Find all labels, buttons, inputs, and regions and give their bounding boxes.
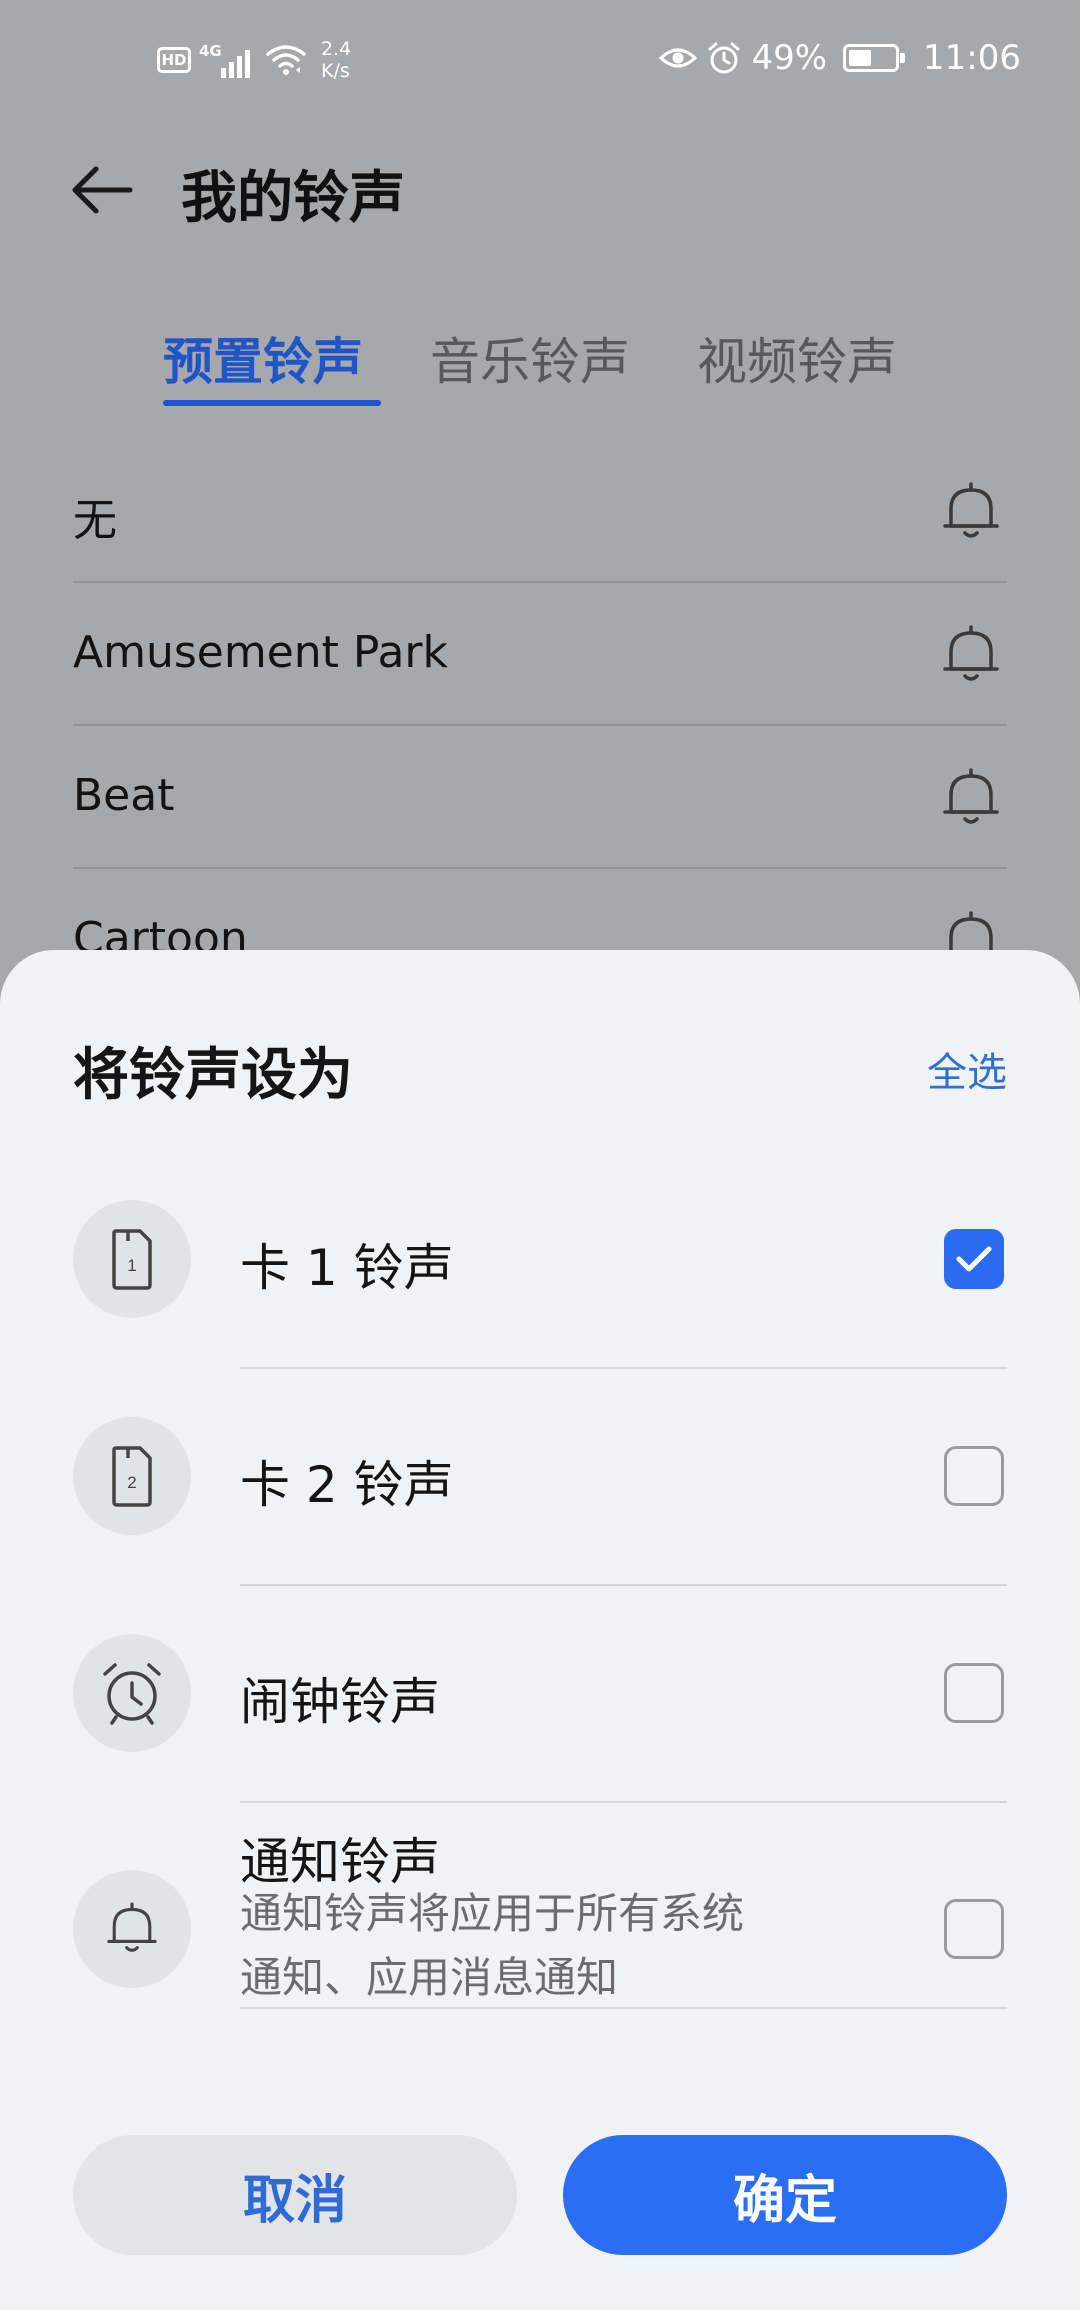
back-button[interactable] bbox=[60, 155, 144, 225]
option-sim2-ringtone[interactable]: 2 卡 2 铃声 bbox=[0, 1417, 1080, 1586]
sim1-checkbox[interactable] bbox=[944, 1229, 1004, 1289]
alarm-icon bbox=[708, 42, 740, 74]
status-bar-right: 49% 11:06 bbox=[659, 38, 1021, 78]
sim2-checkbox[interactable] bbox=[944, 1446, 1004, 1506]
set-ringtone-sheet: 将铃声设为 全选 1 卡 1 铃声 2 卡 2 铃声 闹钟铃声 通知铃声 通知铃… bbox=[0, 950, 1080, 2310]
network-speed-unit: K/s bbox=[321, 60, 350, 82]
status-bar: HD 4G 2.4 K/s 49% 11:06 bbox=[0, 0, 1080, 125]
battery-percentage: 49% bbox=[751, 38, 828, 78]
app-header: 我的铃声 bbox=[0, 125, 1080, 255]
option-description-line: 通知铃声将应用于所有系统 bbox=[240, 1889, 745, 1938]
bell-icon[interactable] bbox=[935, 476, 1007, 548]
sim-card-1-icon: 1 bbox=[73, 1200, 191, 1318]
tab-video-ringtones[interactable]: 视频铃声 bbox=[697, 322, 897, 394]
active-tab-indicator bbox=[163, 400, 381, 406]
eye-comfort-icon bbox=[659, 48, 698, 68]
tab-music-ringtones[interactable]: 音乐铃声 bbox=[430, 322, 630, 394]
back-arrow-icon bbox=[72, 166, 133, 214]
status-bar-left: HD 4G 2.4 K/s bbox=[157, 38, 351, 82]
list-item[interactable]: 无 bbox=[73, 440, 1007, 583]
divider bbox=[240, 1584, 1007, 1586]
wifi-icon bbox=[266, 45, 306, 75]
ringtone-name: Beat bbox=[73, 770, 175, 821]
option-description: 通知铃声将应用于所有系统 通知、应用消息通知 bbox=[240, 1882, 880, 2010]
hd-voice-badge: HD bbox=[157, 47, 191, 73]
ringtone-name: 无 bbox=[73, 495, 117, 546]
battery-icon bbox=[843, 44, 906, 72]
list-item[interactable]: Amusement Park bbox=[73, 583, 1007, 726]
ringtone-tabs: 预置铃声 音乐铃声 视频铃声 bbox=[0, 300, 1080, 420]
network-speed: 2.4 K/s bbox=[321, 38, 351, 82]
sim-1-number: 1 bbox=[127, 1256, 136, 1275]
divider bbox=[240, 1367, 1007, 1369]
option-notification-ringtone[interactable]: 通知铃声 通知铃声将应用于所有系统 通知、应用消息通知 bbox=[0, 1833, 1080, 2040]
ringtone-list: 无 Amusement Park Beat Cartoon bbox=[73, 440, 1007, 1012]
option-sim1-ringtone[interactable]: 1 卡 1 铃声 bbox=[0, 1200, 1080, 1369]
confirm-button[interactable]: 确定 bbox=[563, 2135, 1007, 2255]
tab-preset-ringtones[interactable]: 预置铃声 bbox=[163, 322, 363, 394]
ringtone-name: Amusement Park bbox=[73, 627, 448, 678]
alarm-checkbox[interactable] bbox=[944, 1663, 1004, 1723]
checkmark-icon bbox=[956, 1246, 992, 1272]
sim-card-2-icon: 2 bbox=[73, 1417, 191, 1535]
notification-checkbox[interactable] bbox=[944, 1899, 1004, 1959]
status-time: 11:06 bbox=[923, 38, 1021, 78]
option-alarm-ringtone[interactable]: 闹钟铃声 bbox=[0, 1634, 1080, 1803]
sim-2-number: 2 bbox=[127, 1473, 136, 1492]
divider bbox=[240, 1801, 1007, 1803]
cellular-signal-icon: 4G bbox=[199, 42, 257, 78]
cancel-button[interactable]: 取消 bbox=[73, 2135, 517, 2255]
page-title: 我的铃声 bbox=[181, 166, 405, 231]
select-all-button[interactable]: 全选 bbox=[927, 1040, 1007, 1098]
bell-icon[interactable] bbox=[935, 762, 1007, 834]
sheet-title: 将铃声设为 bbox=[73, 1043, 353, 1108]
bell-icon bbox=[73, 1870, 191, 1988]
list-item[interactable]: Beat bbox=[73, 726, 1007, 869]
network-type-label: 4G bbox=[199, 42, 222, 60]
divider bbox=[240, 2007, 1007, 2009]
network-speed-value: 2.4 bbox=[321, 38, 352, 60]
option-label: 卡 1 铃声 bbox=[240, 1239, 454, 1297]
option-label: 卡 2 铃声 bbox=[240, 1456, 454, 1514]
bell-icon[interactable] bbox=[935, 619, 1007, 691]
option-description-line: 通知、应用消息通知 bbox=[240, 1953, 619, 2002]
alarm-clock-icon bbox=[73, 1634, 191, 1752]
option-label: 闹钟铃声 bbox=[240, 1673, 440, 1731]
